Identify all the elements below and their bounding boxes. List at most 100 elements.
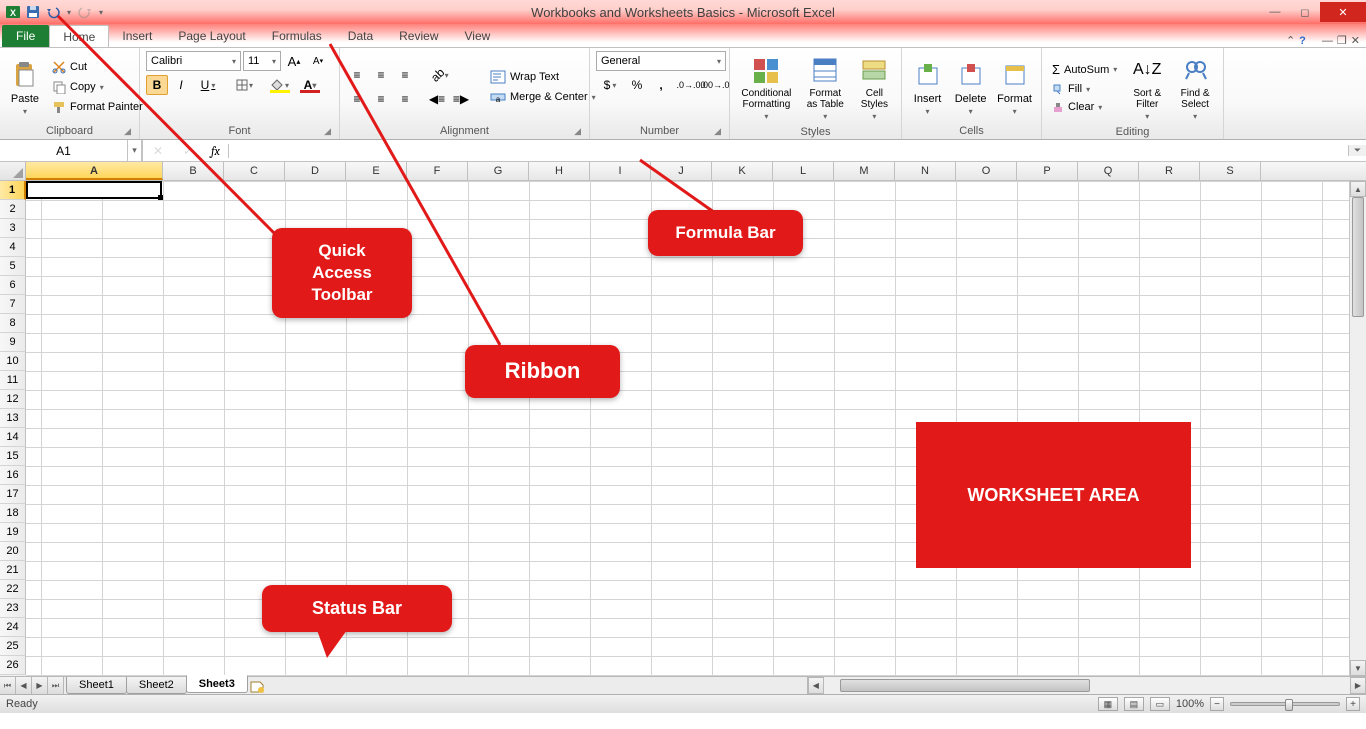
row-header[interactable]: 26 <box>0 656 26 675</box>
font-size-select[interactable]: 11▾ <box>243 51 281 71</box>
tab-data[interactable]: Data <box>335 25 386 47</box>
row-header[interactable]: 24 <box>0 618 26 637</box>
align-bottom-icon[interactable]: ≡ <box>394 65 416 85</box>
name-box[interactable]: A1 ▾ <box>0 140 142 161</box>
format-as-table-button[interactable]: Format as Table▾ <box>801 51 850 124</box>
column-header[interactable]: R <box>1139 162 1200 180</box>
active-cell[interactable] <box>26 181 162 199</box>
sheet-nav-first-icon[interactable]: ⏮ <box>0 677 16 694</box>
align-center-icon[interactable]: ≡ <box>370 89 392 109</box>
minimize-ribbon-icon[interactable]: ⌃ <box>1286 34 1295 47</box>
zoom-slider[interactable] <box>1230 702 1340 706</box>
expand-formula-bar-icon[interactable]: ⏷ <box>1348 145 1366 156</box>
horizontal-scrollbar[interactable]: ◀ ▶ <box>807 677 1366 694</box>
percent-format-button[interactable]: % <box>626 75 648 95</box>
excel-icon[interactable]: X <box>4 3 22 21</box>
clear-button[interactable]: Clear▾ <box>1048 99 1121 115</box>
align-middle-icon[interactable]: ≡ <box>370 65 392 85</box>
sheet-tab[interactable]: Sheet1 <box>66 677 127 694</box>
scroll-right-icon[interactable]: ▶ <box>1350 677 1366 694</box>
tab-review[interactable]: Review <box>386 25 451 47</box>
font-color-button[interactable]: A▾ <box>296 75 324 95</box>
find-select-button[interactable]: Find & Select▾ <box>1173 51 1217 124</box>
format-cells-button[interactable]: Format▾ <box>994 56 1035 119</box>
page-layout-view-icon[interactable]: ▤ <box>1124 697 1144 711</box>
column-header[interactable]: S <box>1200 162 1261 180</box>
number-format-select[interactable]: General▾ <box>596 51 726 71</box>
tab-home[interactable]: Home <box>49 25 109 47</box>
column-header[interactable]: E <box>346 162 407 180</box>
row-header[interactable]: 18 <box>0 504 26 523</box>
sheet-tab[interactable]: Sheet3 <box>186 675 248 693</box>
column-header[interactable]: Q <box>1078 162 1139 180</box>
name-box-dropdown-icon[interactable]: ▾ <box>127 140 141 161</box>
undo-icon[interactable] <box>44 3 62 21</box>
column-header[interactable]: N <box>895 162 956 180</box>
cut-button[interactable]: Cut <box>48 58 147 76</box>
save-icon[interactable] <box>24 3 42 21</box>
zoom-level[interactable]: 100% <box>1176 698 1204 710</box>
scroll-left-icon[interactable]: ◀ <box>808 677 824 694</box>
copy-button[interactable]: Copy▾ <box>48 78 147 96</box>
fill-color-button[interactable]: ▾ <box>266 75 294 95</box>
maximize-button[interactable]: ◻ <box>1290 2 1320 22</box>
sheet-nav-next-icon[interactable]: ▶ <box>32 677 48 694</box>
row-header[interactable]: 8 <box>0 314 26 333</box>
clipboard-dialog-launcher-icon[interactable]: ◢ <box>124 126 131 137</box>
workbook-restore-icon[interactable]: ❐ <box>1337 34 1347 47</box>
align-top-icon[interactable]: ≡ <box>346 65 368 85</box>
paste-button[interactable]: Paste▾ <box>6 56 44 119</box>
row-header[interactable]: 11 <box>0 371 26 390</box>
sheet-nav-prev-icon[interactable]: ◀ <box>16 677 32 694</box>
customize-qat-icon[interactable]: ▾ <box>96 3 106 21</box>
undo-dropdown-icon[interactable]: ▾ <box>64 3 74 21</box>
accounting-format-button[interactable]: $▾ <box>596 75 624 95</box>
decrease-indent-icon[interactable]: ◀≡ <box>426 89 448 109</box>
sheet-tab[interactable]: Sheet2 <box>126 677 187 694</box>
row-header[interactable]: 1 <box>0 181 26 200</box>
row-header[interactable]: 4 <box>0 238 26 257</box>
column-header[interactable]: G <box>468 162 529 180</box>
row-header[interactable]: 10 <box>0 352 26 371</box>
minimize-button[interactable]: — <box>1260 2 1290 22</box>
column-header[interactable]: I <box>590 162 651 180</box>
column-header[interactable]: P <box>1017 162 1078 180</box>
borders-button[interactable]: ▾ <box>230 75 258 95</box>
column-header[interactable]: H <box>529 162 590 180</box>
row-header[interactable]: 6 <box>0 276 26 295</box>
row-header[interactable]: 17 <box>0 485 26 504</box>
column-header[interactable]: J <box>651 162 712 180</box>
number-dialog-launcher-icon[interactable]: ◢ <box>714 126 721 137</box>
column-header[interactable]: B <box>163 162 224 180</box>
delete-cells-button[interactable]: Delete▾ <box>951 56 990 119</box>
row-header[interactable]: 20 <box>0 542 26 561</box>
tab-formulas[interactable]: Formulas <box>259 25 335 47</box>
grow-font-icon[interactable]: A▴ <box>283 51 305 71</box>
row-header[interactable]: 5 <box>0 257 26 276</box>
scroll-up-icon[interactable]: ▲ <box>1350 181 1366 197</box>
sheet-nav-last-icon[interactable]: ⏭ <box>48 677 64 694</box>
column-header[interactable]: F <box>407 162 468 180</box>
tab-view[interactable]: View <box>452 25 504 47</box>
row-header[interactable]: 2 <box>0 200 26 219</box>
row-header[interactable]: 21 <box>0 561 26 580</box>
row-header[interactable]: 22 <box>0 580 26 599</box>
scroll-down-icon[interactable]: ▼ <box>1350 660 1366 676</box>
increase-decimal-icon[interactable]: .0→.00 <box>680 75 702 95</box>
help-icon[interactable]: ? <box>1299 35 1306 47</box>
workbook-close-icon[interactable]: ✕ <box>1351 34 1360 47</box>
align-left-icon[interactable]: ≡ <box>346 89 368 109</box>
column-header[interactable]: O <box>956 162 1017 180</box>
close-button[interactable]: ✕ <box>1320 2 1366 22</box>
row-header[interactable]: 19 <box>0 523 26 542</box>
font-name-select[interactable]: Calibri▾ <box>146 51 241 71</box>
increase-indent-icon[interactable]: ≡▶ <box>450 89 472 109</box>
row-header[interactable]: 14 <box>0 428 26 447</box>
align-right-icon[interactable]: ≡ <box>394 89 416 109</box>
select-all-button[interactable] <box>0 162 26 180</box>
conditional-formatting-button[interactable]: Conditional Formatting▾ <box>736 51 797 124</box>
column-header[interactable]: D <box>285 162 346 180</box>
wrap-text-button[interactable]: Wrap Text <box>486 68 600 86</box>
fill-button[interactable]: Fill▾ <box>1048 81 1121 97</box>
italic-button[interactable]: I <box>170 75 192 95</box>
